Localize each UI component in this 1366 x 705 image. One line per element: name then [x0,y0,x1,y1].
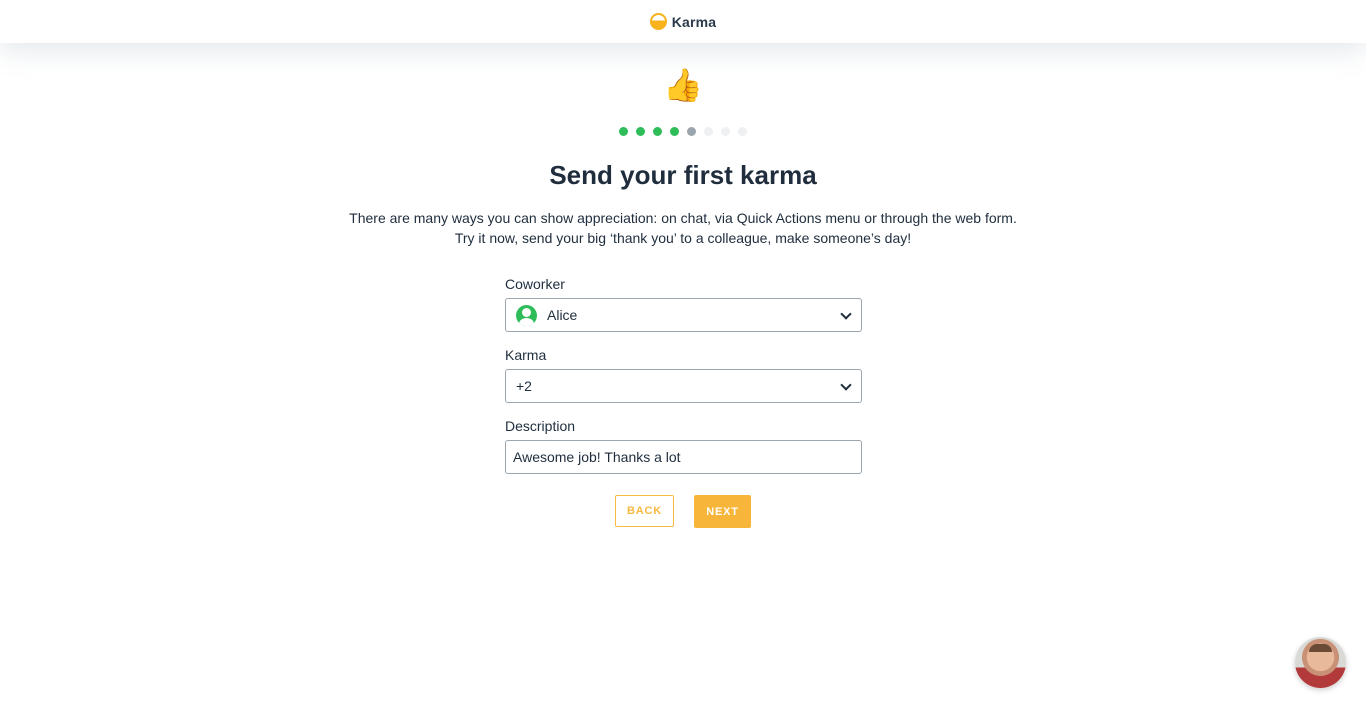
user-avatar-icon [516,304,537,326]
back-button[interactable]: BACK [615,495,674,527]
step-dot-pending [704,127,713,136]
description-group: Description Awesome job! Thanks a lot [505,417,862,474]
step-dot-completed [670,127,679,136]
step-dot-completed [619,127,628,136]
progress-steps [619,127,747,136]
step-dot-pending [721,127,730,136]
description-label: Description [505,418,576,434]
coworker-value: Alice [547,307,578,323]
form-buttons: BACK NEXT [615,495,751,528]
coworker-select[interactable]: Alice [505,298,862,332]
description-input[interactable]: Awesome job! Thanks a lot [505,440,862,474]
brand-name: Karma [671,13,717,30]
karma-group: Karma +2 [505,346,862,403]
support-agent-avatar[interactable] [1295,637,1346,688]
step-dot-pending [738,127,747,136]
chevron-down-icon [840,308,852,320]
description-value: Awesome job! Thanks a lot [513,449,681,465]
description-line-1: There are many ways you can show appreci… [349,210,1017,226]
karma-form: Coworker Alice Karma +2 Description Awes… [505,275,862,488]
coworker-group: Coworker Alice [505,275,862,332]
coworker-label: Coworker [505,276,565,292]
step-dot-completed [636,127,645,136]
page-title: Send your first karma [549,160,817,190]
step-dot-completed [653,127,662,136]
brand[interactable]: Karma [649,13,717,30]
next-button[interactable]: NEXT [694,495,751,528]
description-line-2: Try it now, send your big ‘thank you’ to… [454,230,912,246]
step-dot-current [687,127,696,136]
page-description: There are many ways you can show appreci… [0,208,1366,248]
chevron-down-icon [840,379,852,391]
thumbs-up-icon: 👍 [663,67,703,103]
karma-logo-icon [649,13,667,30]
top-bar: Karma [0,0,1366,43]
karma-select[interactable]: +2 [505,369,862,403]
karma-label: Karma [505,347,547,363]
karma-value: +2 [516,378,532,394]
